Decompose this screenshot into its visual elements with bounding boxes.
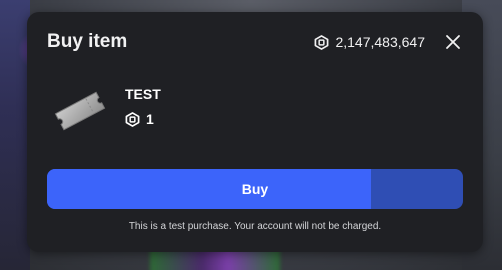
buy-button-label: Buy — [241, 181, 269, 197]
robux-icon — [125, 111, 140, 127]
ticket-item-icon — [54, 91, 106, 131]
close-icon — [446, 35, 460, 49]
item-price: 1 — [125, 111, 161, 127]
buy-button[interactable]: Buy — [47, 169, 463, 209]
close-button[interactable] — [443, 32, 463, 52]
robux-icon — [315, 34, 329, 50]
balance-amount: 2,147,483,647 — [335, 34, 425, 50]
item-price-amount: 1 — [146, 111, 154, 127]
dialog-header: Buy item 2,147,483,647 — [47, 27, 463, 57]
robux-balance: 2,147,483,647 — [314, 34, 425, 50]
purchase-dialog: Buy item 2,147,483,647 TEST 1 Buy This i… — [27, 12, 483, 252]
item-summary: TEST 1 — [51, 82, 161, 142]
test-purchase-notice: This is a test purchase. Your account wi… — [128, 221, 382, 232]
item-details: TEST 1 — [125, 82, 161, 127]
dialog-title: Buy item — [47, 31, 128, 52]
item-name: TEST — [125, 86, 161, 102]
